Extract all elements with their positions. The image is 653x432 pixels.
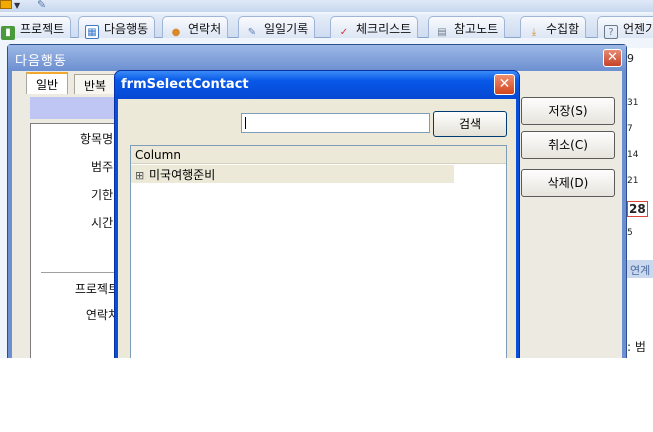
deadline-label: 기한 :: [91, 188, 121, 202]
select-contact-dialog: frmSelectContact ✕ 검색 Column ⊞ 미국여행준비: [114, 70, 520, 358]
project-label: 프로젝트: [74, 282, 119, 296]
text-caret: [245, 117, 246, 129]
tab-contact[interactable]: ● 연락처: [162, 16, 229, 38]
tab-someday[interactable]: ? 언젠가: [597, 16, 653, 39]
inbox-icon: ⤓: [531, 27, 537, 38]
tab-general[interactable]: 일반: [26, 72, 69, 94]
dialog-title: frmSelectContact: [115, 71, 519, 99]
contact-label: 연락처: [85, 308, 119, 322]
pin-icon[interactable]: ✎: [37, 0, 46, 11]
contact-grid[interactable]: Column ⊞ 미국여행준비: [130, 145, 507, 358]
calendar-day[interactable]: 21: [627, 176, 638, 186]
grid-row[interactable]: ⊞ 미국여행준비: [131, 165, 454, 183]
close-icon[interactable]: ✕: [603, 49, 622, 67]
quick-access-toolbar: ▼ ✎: [0, 0, 653, 12]
tree-node-icon: ⊞: [135, 169, 145, 182]
grid-column-header[interactable]: Column: [131, 146, 506, 164]
category-label-fragment: : 범: [627, 340, 646, 354]
search-input[interactable]: [241, 113, 430, 133]
calendar-day-today[interactable]: 28: [627, 201, 648, 217]
dialog-body: 검색 Column ⊞ 미국여행준비: [118, 99, 516, 358]
screen-area: ▼ ✎ ▮ 프로젝트 ▦ 다음행동 ● 연락처 ✎ 일일기록 ✓ 체크리스트 ▤ 참고노트 …: [0, 0, 653, 358]
link-tab-fragment[interactable]: 연계: [627, 260, 653, 278]
check-icon: ✓: [339, 27, 349, 38]
time-label: 시간 :: [91, 216, 121, 230]
diary-icon: ✎: [247, 27, 257, 38]
calendar-day[interactable]: 31: [627, 98, 638, 108]
tab-repeat[interactable]: 반복: [74, 74, 117, 94]
question-icon: ?: [604, 25, 618, 39]
tab-project[interactable]: ▮ 프로젝트: [0, 16, 72, 40]
grid-row-label: 미국여행준비: [149, 168, 216, 182]
tab-next-action[interactable]: ▦ 다음행동: [78, 16, 156, 39]
tab-checklist[interactable]: ✓ 체크리스트: [330, 16, 419, 38]
search-button[interactable]: 검색: [433, 111, 507, 137]
dropdown-arrow-icon[interactable]: ▼: [14, 1, 20, 10]
window-title: 다음행동: [8, 45, 626, 71]
tab-diary[interactable]: ✎ 일일기록: [238, 16, 316, 38]
tab-reference-note[interactable]: ▤ 참고노트: [428, 16, 506, 38]
save-button[interactable]: 저장(S): [521, 97, 615, 125]
delete-button[interactable]: 삭제(D): [521, 169, 615, 197]
folder-icon[interactable]: [0, 0, 12, 9]
note-icon: ▤: [437, 27, 447, 38]
contact-icon: ●: [171, 27, 181, 38]
calendar-day[interactable]: 7: [627, 124, 633, 134]
calendar-header-fragment: 9: [627, 52, 634, 65]
category-label: 범주 :: [91, 160, 121, 174]
calendar-day[interactable]: 14: [627, 150, 638, 160]
main-tab-strip: ▮ 프로젝트 ▦ 다음행동 ● 연락처 ✎ 일일기록 ✓ 체크리스트 ▤ 참고노트 ⤓ 수집함…: [0, 14, 653, 40]
project-icon: ▮: [1, 26, 15, 40]
item-name-label: 항목명 :: [80, 132, 121, 146]
calendar-icon: ▦: [85, 25, 99, 39]
dialog-close-icon[interactable]: ✕: [494, 74, 515, 95]
cancel-button[interactable]: 취소(C): [521, 131, 615, 159]
tab-inbox[interactable]: ⤓ 수집함: [520, 16, 587, 38]
calendar-day[interactable]: 5: [627, 228, 633, 238]
